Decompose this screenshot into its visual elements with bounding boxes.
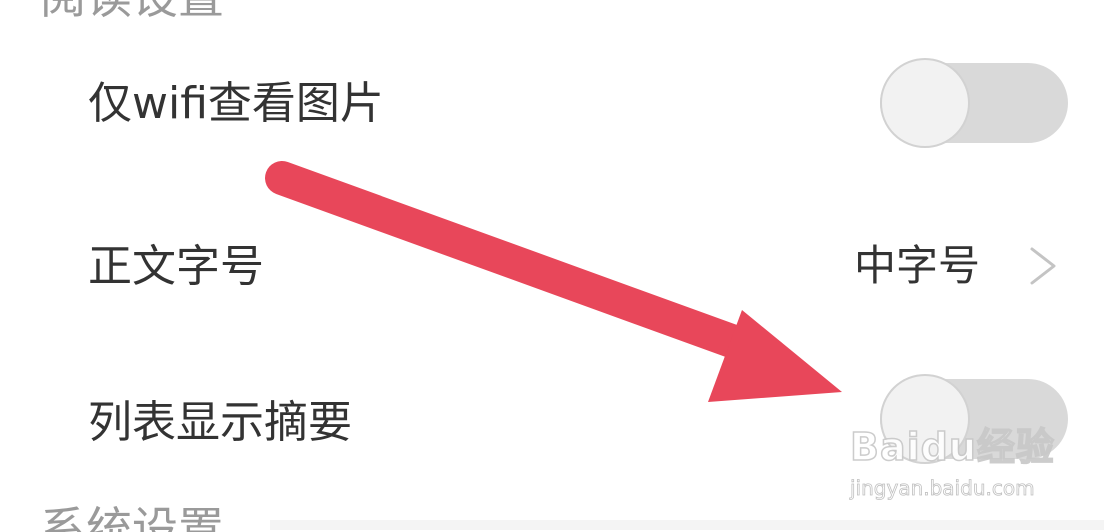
section-divider <box>270 520 1104 530</box>
section-header-reading-settings: 阅读设置 <box>40 0 224 20</box>
font-size-label: 正文字号 <box>88 241 264 292</box>
chevron-right-icon <box>1030 247 1056 285</box>
watermark-url: jingyan.baidu.com <box>850 476 1035 500</box>
section-header-system-settings: 系统设置 <box>40 502 224 532</box>
list-summary-label: 列表显示摘要 <box>88 397 352 448</box>
toggle-knob <box>880 58 970 148</box>
settings-row-wifi-images[interactable]: 仅wifi查看图片 <box>0 30 1104 180</box>
wifi-images-label: 仅wifi查看图片 <box>88 78 384 129</box>
watermark-brand: Baidu经验 <box>849 425 1055 469</box>
settings-screen: 阅读设置 仅wifi查看图片 正文字号 中字号 列表显示摘要 系统设置 Baid… <box>0 0 1104 532</box>
settings-row-font-size[interactable]: 正文字号 中字号 <box>0 190 1104 340</box>
font-size-value: 中字号 <box>853 241 980 290</box>
baidu-watermark: Baidu经验 jingyan.baidu.com <box>849 420 1054 510</box>
wifi-images-toggle[interactable] <box>880 58 1068 148</box>
